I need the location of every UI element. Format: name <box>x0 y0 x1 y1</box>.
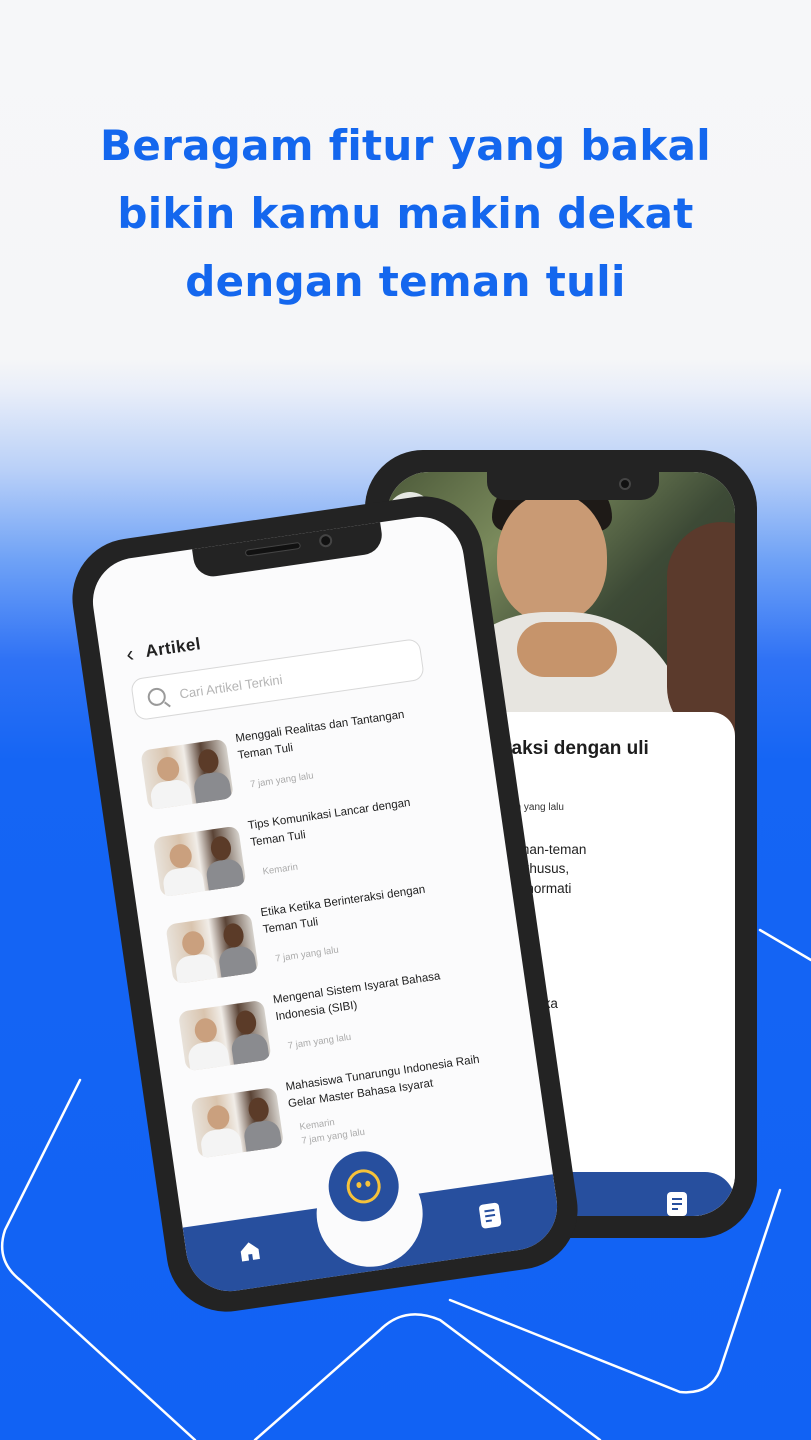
article-thumbnail <box>152 825 247 898</box>
phone-notch <box>191 520 385 580</box>
phone-notch <box>487 472 659 500</box>
article-thumbnail <box>140 738 234 811</box>
article-item-time: 7 jam yang lalu <box>274 944 340 965</box>
article-thumbnail <box>177 999 272 1072</box>
article-list: Menggali Realitas dan Tantangan Teman Tu… <box>139 698 528 1181</box>
headline-line-1: Beragam fitur yang bakal <box>100 121 711 170</box>
article-item-time: Kemarin <box>262 861 299 878</box>
article-item-time: 7 jam yang lalu <box>249 770 315 791</box>
face-scan-icon <box>344 1167 383 1206</box>
article-thumbnail <box>190 1086 285 1159</box>
headline-line-3: dengan teman tuli <box>185 257 626 306</box>
article-item-time: 7 jam yang lalu <box>287 1031 352 1052</box>
article-item-time: Kemarin <box>298 1116 336 1133</box>
headline-line-2: bikin kamu makin dekat <box>117 189 694 238</box>
article-list-screen: ‹ Artikel Menggali Realitas dan Tantanga… <box>87 511 563 1297</box>
search-icon <box>146 686 167 708</box>
document-icon[interactable] <box>478 1202 502 1229</box>
search-input[interactable] <box>178 656 389 702</box>
document-icon[interactable] <box>667 1192 687 1216</box>
page-header: ‹ Artikel <box>125 633 202 667</box>
article-thumbnail <box>165 912 260 985</box>
headline: Beragam fitur yang bakal bikin kamu maki… <box>0 112 811 316</box>
page-title: Artikel <box>144 634 202 661</box>
chevron-left-icon[interactable]: ‹ <box>125 641 136 667</box>
home-icon[interactable] <box>237 1239 262 1264</box>
article-item-title: Menggali Realitas dan Tantangan Teman Tu… <box>234 708 406 762</box>
